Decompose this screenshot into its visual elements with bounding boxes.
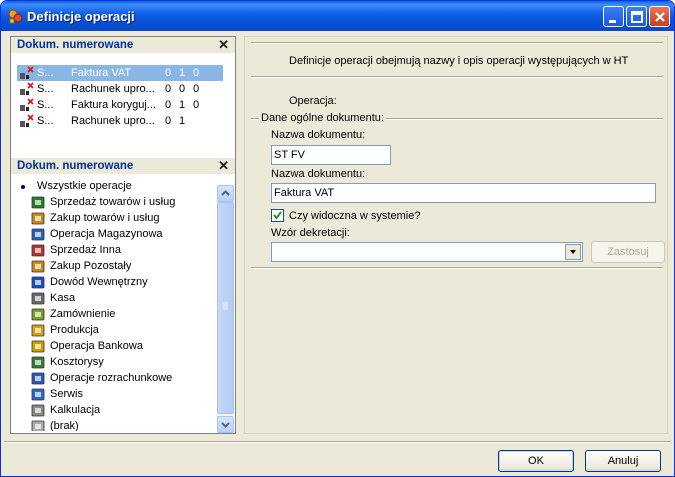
posting-select[interactable] (271, 242, 583, 262)
posting-label: Wzór dekretacji: (271, 227, 350, 239)
tree-item-label: Kalkulacja (50, 404, 101, 416)
tree-item[interactable]: Kalkulacja (31, 402, 211, 418)
tree-item[interactable]: Serwis (31, 386, 211, 402)
chevron-down-icon (221, 422, 230, 428)
app-icon (8, 9, 23, 24)
footer-divider (4, 441, 671, 443)
tree-item[interactable]: Operacja Magazynowa (31, 226, 211, 242)
tree-item-label: Zakup towarów i usług (50, 212, 160, 224)
minimize-icon (609, 20, 616, 23)
internal-document-icon (31, 276, 45, 289)
tree-item[interactable]: (brak) (31, 418, 211, 431)
other-sales-icon (31, 244, 45, 257)
visible-checkbox[interactable] (271, 209, 284, 222)
calculator-icon (31, 404, 45, 417)
divider (251, 267, 663, 269)
tree-item-label: (brak) (50, 420, 79, 431)
tree-item[interactable]: Operacje rozrachunkowe (31, 370, 211, 386)
tree-item-label: Sprzedaż Inna (50, 244, 121, 256)
operation-label: Operacja: (289, 95, 337, 107)
dialog-client-area: Dokum. numerowane ✕ S... Faktura VAT 0 1 0 S.… (4, 31, 671, 475)
divider (251, 42, 663, 44)
apply-button[interactable]: Zastosuj (591, 241, 665, 263)
visible-label: Czy widoczna w systemie? (289, 210, 421, 222)
name-input[interactable]: Faktura VAT (271, 183, 656, 203)
order-icon (31, 308, 45, 321)
tree-item[interactable]: Produkcja (31, 322, 211, 338)
tree-item-label: Dowód Wewnętrzny (50, 276, 148, 288)
sales-icon (31, 196, 45, 209)
tree-item[interactable]: Dowód Wewnętrzny (31, 274, 211, 290)
short-name-label: Nazwa dokumentu: (271, 129, 366, 141)
tree-item[interactable]: Sprzedaż Inna (31, 242, 211, 258)
tree-item[interactable]: Kasa (31, 290, 211, 306)
cost-estimate-chart-icon (31, 356, 45, 369)
purchase-icon (31, 212, 45, 225)
title-bar[interactable]: Definicje operacji (1, 1, 674, 31)
description-text: Definicje operacji obejmują nazwy i opis… (289, 55, 629, 67)
divider (251, 76, 663, 78)
tree-item-label: Operacja Magazynowa (50, 228, 163, 240)
tree-item[interactable]: Sprzedaż towarów i usług (31, 194, 211, 210)
ok-button[interactable]: OK (498, 450, 574, 472)
cancel-button[interactable]: Anuluj (585, 450, 661, 472)
window-title: Definicje operacji (27, 9, 135, 24)
checkmark-icon (273, 211, 282, 220)
minimize-button[interactable] (603, 6, 624, 27)
dialog-window: Definicje operacji Dokum. numerowane ✕ S… (0, 0, 675, 477)
details-panel: Definicje operacji obejmują nazwy i opis… (244, 36, 668, 434)
none-icon (31, 420, 45, 431)
tree-item-label: Kosztorysy (50, 356, 104, 368)
tree-item[interactable]: Zamównienie (31, 306, 211, 322)
cash-register-icon (31, 292, 45, 305)
tree-item-label: Sprzedaż towarów i usług (50, 196, 176, 208)
tree-item[interactable]: Zakup Pozostały (31, 258, 211, 274)
tree-item-label: Zamównienie (50, 308, 116, 320)
chevron-down-icon (570, 250, 576, 254)
documents-pane-close-icon[interactable]: ✕ (218, 37, 229, 53)
tree-item[interactable]: Kosztorysy (31, 354, 211, 370)
tree-item[interactable]: Operacja Bankowa (31, 338, 211, 354)
tree-item-label: Operacje rozrachunkowe (50, 372, 173, 384)
operations-scrollbar[interactable] (217, 185, 234, 433)
maximize-button[interactable] (626, 6, 647, 27)
close-button[interactable] (649, 6, 670, 27)
left-panels: Dokum. numerowane ✕ S... Faktura VAT 0 1 0 S.… (10, 36, 236, 434)
group-label: Dane ogólne dokumentu: (259, 112, 386, 124)
grip-icon (223, 302, 228, 310)
chevron-up-icon (221, 190, 230, 196)
tree-item-label: Zakup Pozostały (50, 260, 132, 272)
scroll-thumb[interactable] (217, 202, 234, 414)
scroll-up-button[interactable] (217, 185, 234, 202)
tree-item[interactable]: Zakup towarów i usług (31, 210, 211, 226)
tree-item-label: Kasa (50, 292, 76, 304)
warehouse-icon (31, 228, 45, 241)
maximize-icon (631, 11, 643, 23)
scroll-down-button[interactable] (217, 416, 234, 433)
tree-item-label: Operacja Bankowa (50, 340, 143, 352)
bank-icon (31, 340, 45, 353)
settlement-icon (31, 372, 45, 385)
production-gear-icon (31, 324, 45, 337)
tree-item-label: Produkcja (50, 324, 99, 336)
close-icon (655, 12, 665, 22)
other-purchase-icon (31, 260, 45, 273)
dropdown-button[interactable] (565, 244, 581, 260)
name-label: Nazwa dokumentu: (271, 168, 366, 180)
operations-pane-close-icon[interactable]: ✕ (218, 158, 229, 174)
service-icon (31, 388, 45, 401)
operations-tree: Sprzedaż towarów i usług Zakup towarów i … (11, 37, 217, 431)
short-name-input[interactable]: ST FV (271, 145, 391, 165)
tree-item-label: Serwis (50, 388, 84, 400)
